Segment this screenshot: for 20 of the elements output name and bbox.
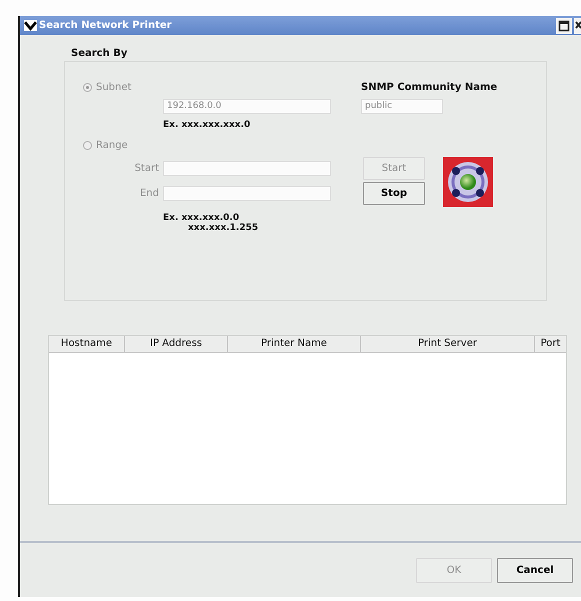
example-text: xxx.xxx.1.255 (187, 223, 260, 233)
example-text: Ex. xxx.xxx.xxx.0 (163, 120, 252, 130)
column-header[interactable]: Hostname (49, 336, 125, 352)
field-label: SNMP Community Name (361, 82, 498, 92)
example-text: Ex. xxx.xxx.0.0 (163, 213, 240, 223)
window-title: Search Network Printer (39, 20, 172, 31)
column-header[interactable]: IP Address (125, 336, 228, 352)
column-header[interactable]: Port (535, 336, 566, 352)
column-header[interactable]: Print Server (361, 336, 535, 352)
close-icon[interactable] (574, 18, 581, 34)
maximize-icon[interactable] (556, 18, 572, 34)
field-label: Start (134, 162, 160, 174)
start-field[interactable] (163, 160, 331, 176)
chevron-icon[interactable] (24, 20, 37, 31)
cancel-button[interactable]: Cancel (497, 558, 573, 582)
column-header[interactable]: Printer Name (228, 336, 361, 352)
network-icon (443, 156, 493, 206)
stop-button[interactable]: Stop (363, 182, 425, 205)
end-field[interactable] (163, 186, 331, 201)
field-label: End (138, 188, 160, 199)
